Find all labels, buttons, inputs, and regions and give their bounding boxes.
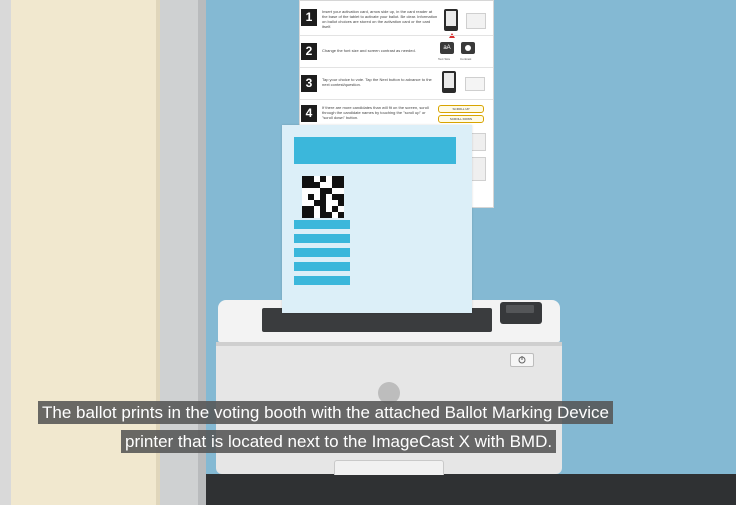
step-text: Insert your activation card, arrow side … [322,9,438,29]
printer-small-icon [465,77,485,91]
left-border [0,0,11,505]
poster-small-icon [470,157,486,181]
step-number: 1 [301,9,317,26]
ballot-line [294,248,350,257]
table-surface [206,474,736,505]
ballot-line [294,234,350,243]
caption-line-1: The ballot prints in the voting booth wi… [38,401,613,424]
right-border [736,0,740,505]
poster-small-icon [470,133,486,151]
step-text: Tap your choice to vote. Tap the Next bu… [322,77,432,87]
caption-line-2: printer that is located next to the Imag… [121,430,557,453]
text-size-label: Text Size [438,57,451,61]
control-panel-screen [506,305,534,313]
step-1: 1 Insert your activation card, arrow sid… [300,7,494,38]
text-size-icon: aA [440,42,454,54]
step-number: 4 [301,105,317,122]
step-number: 3 [301,75,317,92]
card-reader-icon [466,13,486,29]
scroll-up-button-illustration: SCROLL UP [438,105,484,113]
video-frame: 1 Insert your activation card, arrow sid… [0,0,740,505]
scroll-down-button-illustration: SCROLL DOWN [438,115,484,123]
ballot-header-bar [294,137,456,164]
ballot-line [294,262,350,271]
power-button [510,353,534,367]
step-number: 2 [301,43,317,60]
contrast-label: Contrast [460,57,472,61]
contrast-icon [461,42,475,54]
tablet-icon [442,71,456,93]
tablet-icon [444,9,458,31]
printed-ballot [282,125,472,313]
step-2: 2 Change the font size and screen contra… [300,39,494,67]
ballot-line [294,276,350,285]
body-separator [216,342,562,346]
step-text: Change the font size and screen contrast… [322,48,416,53]
ballot-line [294,220,350,229]
power-icon [518,356,526,364]
step-text: If there are more candidates than will f… [322,105,429,120]
qr-code-icon [302,176,344,218]
paper-drawer [334,460,444,475]
